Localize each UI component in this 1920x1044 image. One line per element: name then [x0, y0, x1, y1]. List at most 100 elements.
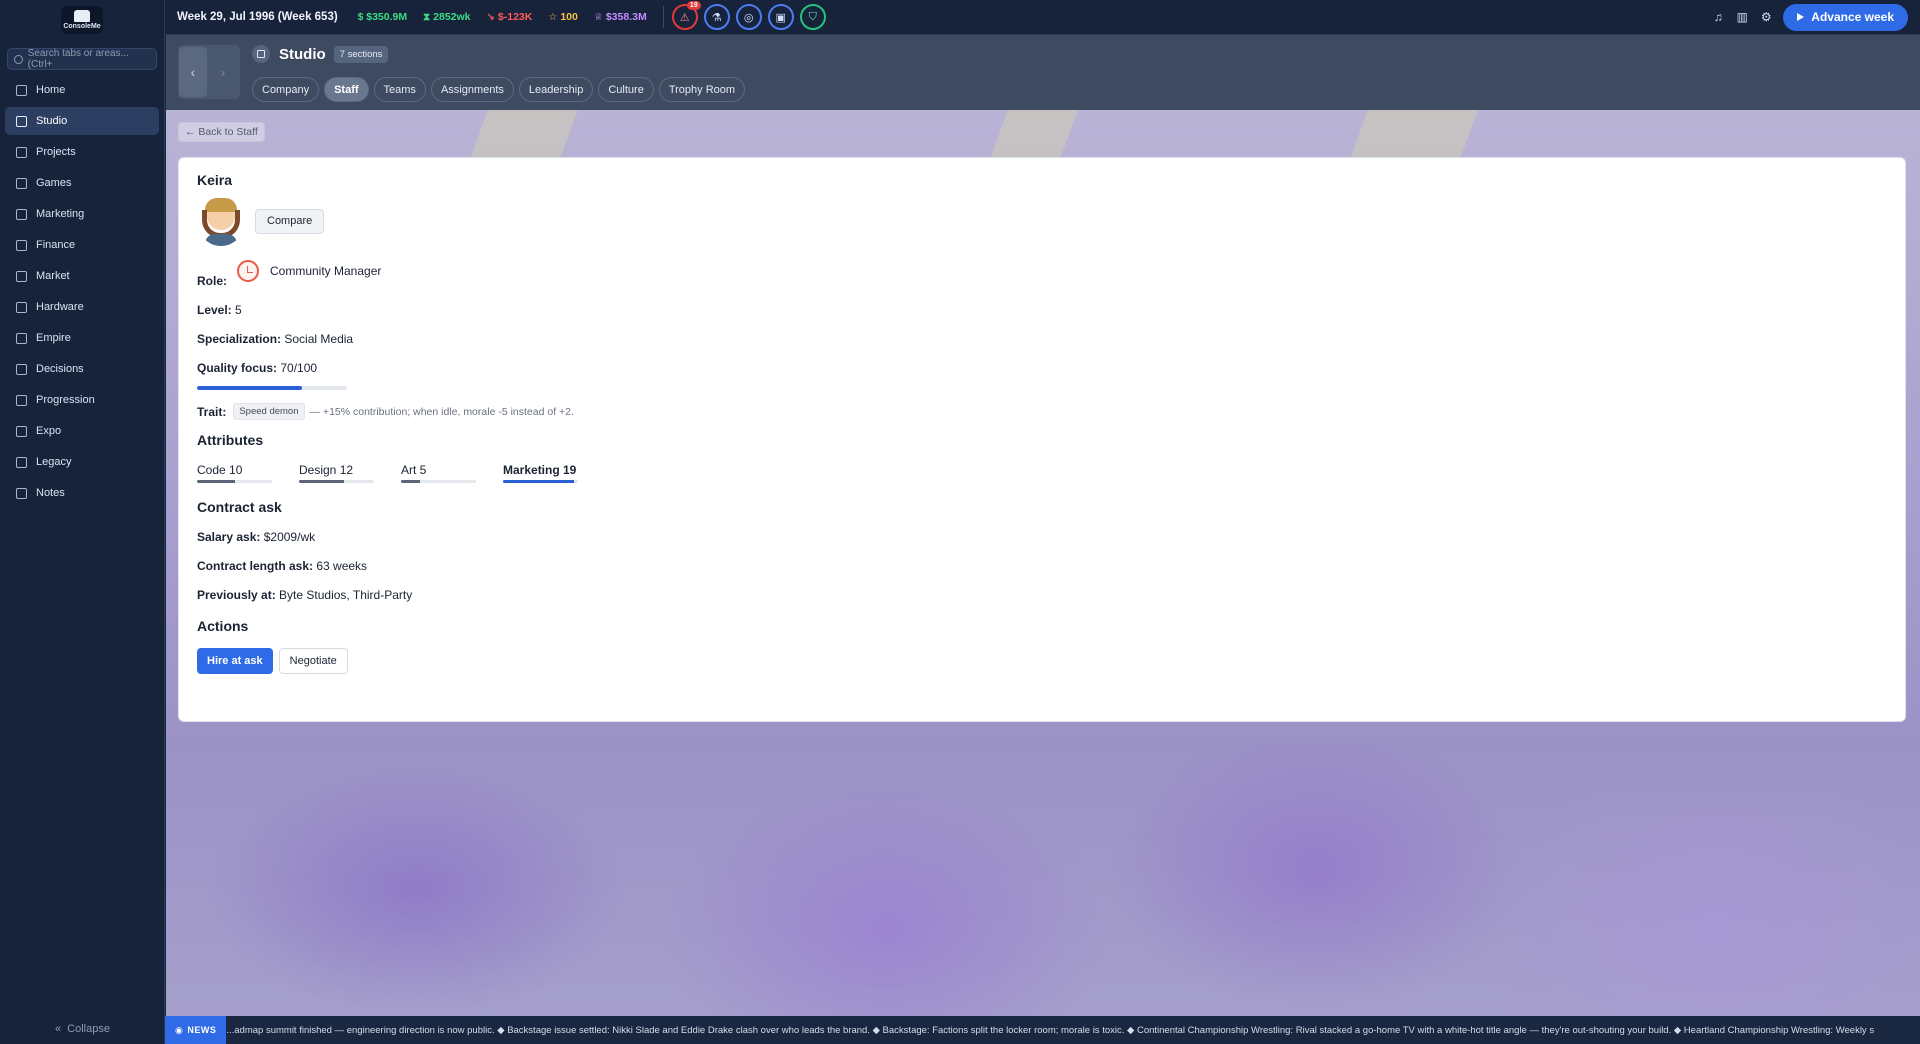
tab-assignments[interactable]: Assignments	[430, 77, 514, 102]
sidebar-item-legacy[interactable]: Legacy	[5, 448, 159, 476]
back-to-staff-link[interactable]: ← Back to Staff	[178, 122, 265, 142]
tab-culture[interactable]: Culture	[598, 77, 654, 102]
role-row: Role: Community Manager	[197, 260, 1887, 288]
search-input[interactable]: Search tabs or areas... (Ctrl+	[7, 48, 157, 70]
previous-employer-value: Byte Studios, Third-Party	[279, 588, 413, 602]
sidebar-item-hardware[interactable]: Hardware	[5, 293, 159, 321]
globe-icon	[16, 270, 27, 282]
salary-value: $2009/wk	[263, 530, 316, 544]
quality-progress-bar	[197, 386, 347, 390]
sidebar-item-label: Notes	[36, 487, 65, 499]
settings-button[interactable]: ⚙	[1755, 6, 1777, 28]
save-button[interactable]: ▣	[767, 4, 794, 30]
alert-icon: ⚠	[679, 11, 690, 24]
sidebar-item-studio[interactable]: Studio	[5, 107, 159, 135]
sidebar-item-home[interactable]: Home	[5, 76, 159, 104]
fans-stat: ☆ 100	[548, 11, 578, 23]
book-icon: ▥	[1736, 10, 1748, 24]
sidebar-item-empire[interactable]: Empire	[5, 324, 159, 352]
crown-icon: ♕	[593, 11, 603, 23]
compare-button[interactable]: Compare	[255, 208, 325, 234]
notes-icon	[16, 487, 27, 499]
delta-stat: ↘ $-123K	[487, 11, 533, 23]
actions-heading: Actions	[197, 618, 249, 634]
attribute-marketing: Marketing 19	[503, 463, 605, 483]
collapse-button[interactable]: « Collapse	[0, 1014, 165, 1044]
level-value: 5	[235, 303, 242, 317]
section-tabs: Company Staff Teams Assignments Leadership Cu…	[252, 77, 750, 102]
tab-staff[interactable]: Staff	[324, 77, 369, 102]
sidebar-item-label: Home	[36, 84, 66, 96]
candidate-card: Keira Compare Role: Community Manager Le…	[178, 157, 1906, 722]
tab-leadership[interactable]: Leadership	[518, 77, 594, 102]
building-icon	[252, 45, 270, 63]
sidebar-item-label: Progression	[36, 394, 95, 406]
forward-button[interactable]: ›	[209, 47, 237, 97]
bank-icon	[16, 239, 27, 251]
avatar	[197, 196, 245, 246]
sidebar-item-market[interactable]: Market	[5, 262, 159, 290]
back-button[interactable]: ‹	[179, 47, 207, 97]
sidebar-item-decisions[interactable]: Decisions	[5, 355, 159, 383]
folder-icon	[16, 146, 27, 158]
music-button[interactable]: ♫	[1707, 6, 1729, 28]
alerts-button[interactable]: ⚠ 19	[671, 1, 701, 30]
sidebar-item-projects[interactable]: Projects	[5, 138, 159, 166]
cash-value: $350.9M	[366, 11, 408, 23]
sidebar-item-marketing[interactable]: Marketing	[5, 200, 159, 228]
alert-count-badge: 19	[686, 1, 701, 10]
attribute-bar	[299, 480, 374, 483]
tab-teams[interactable]: Teams	[373, 77, 426, 102]
role-label: Role:	[197, 274, 227, 288]
level-label: Level:	[197, 303, 232, 317]
news-text: ...admap summit finished — engineering d…	[226, 1024, 1875, 1036]
logo-text: ConsoleMe	[63, 23, 101, 30]
specialization-row: Specialization: Social Media	[197, 332, 1887, 346]
page-heading: Studio 7 sections	[252, 45, 389, 63]
sidebar-item-label: Expo	[36, 425, 62, 437]
music-icon: ♫	[1713, 10, 1723, 24]
hire-at-ask-button[interactable]: Hire at ask	[197, 648, 273, 674]
main-content: ← Back to Staff Keira Compare Role: Comm…	[166, 110, 1920, 1016]
sidebar-item-label: Legacy	[36, 456, 72, 468]
week-indicator: Week 29, Jul 1996 (Week 653)	[177, 11, 338, 23]
news-tag: ◉ NEWS	[165, 1016, 227, 1044]
previous-employer-row: Previously at: Byte Studios, Third-Party	[197, 588, 1887, 602]
target-button[interactable]: ◎	[735, 4, 762, 30]
trait-label: Trait:	[197, 404, 227, 419]
sidebar-item-finance[interactable]: Finance	[5, 231, 159, 259]
tab-trophy-room[interactable]: Trophy Room	[658, 77, 746, 102]
weekly-value: 2852wk	[433, 11, 471, 23]
logo[interactable]: ConsoleMe	[0, 0, 164, 40]
specialization-value: Social Media	[284, 332, 354, 346]
advance-week-button[interactable]: Advance week	[1783, 3, 1908, 31]
sidebar-item-expo[interactable]: Expo	[5, 417, 159, 445]
salary-label: Salary ask:	[197, 530, 261, 544]
sidebar-item-label: Games	[36, 177, 72, 189]
clock-icon	[237, 260, 259, 282]
sidebar-item-progression[interactable]: Progression	[5, 386, 159, 414]
book-button[interactable]: ▥	[1731, 6, 1753, 28]
specialization-label: Specialization:	[197, 332, 282, 346]
attribute-label: Code 10	[197, 463, 243, 477]
sidebar-item-label: Marketing	[36, 208, 85, 220]
news-ticker: ◉ NEWS ...admap summit finished — enginee…	[165, 1016, 1920, 1044]
role-value: Community Manager	[270, 264, 382, 278]
attribute-art: Art 5	[401, 463, 503, 483]
attributes-list: Code 10 Design 12 Art 5 Marketing 19	[197, 463, 1887, 483]
negotiate-button[interactable]: Negotiate	[278, 648, 348, 674]
valuation-stat: ♕ $358.3M	[594, 11, 647, 23]
research-button[interactable]: ⚗	[703, 4, 730, 30]
shield-button[interactable]: ⛉	[799, 4, 826, 30]
search-placeholder: Search tabs or areas... (Ctrl+	[27, 48, 129, 70]
sidebar-item-games[interactable]: Games	[5, 169, 159, 197]
contract-length-value: 63 weeks	[316, 559, 368, 573]
target-icon: ◎	[743, 11, 754, 24]
search-icon	[14, 54, 23, 64]
dollar-icon: $	[357, 11, 364, 23]
contract-length-label: Contract length ask:	[197, 559, 314, 573]
tab-company[interactable]: Company	[252, 77, 320, 102]
trend-down-icon: ↘	[486, 11, 495, 23]
sidebar-item-notes[interactable]: Notes	[5, 479, 159, 507]
attribute-bar-fill	[503, 480, 575, 483]
